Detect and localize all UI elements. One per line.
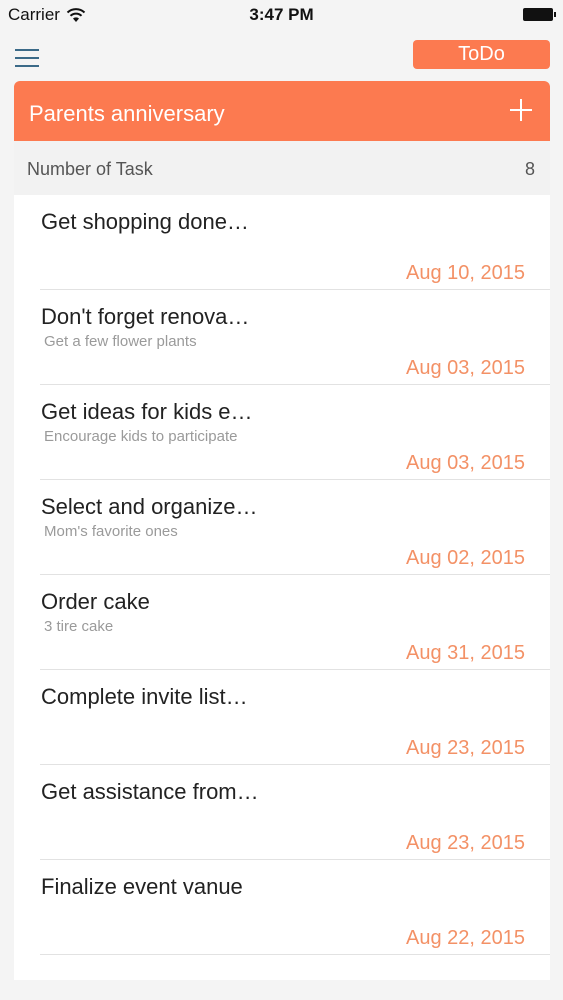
task-row[interactable]: Get assistance from… Aug 23, 2015 [40, 765, 550, 860]
task-note: 3 tire cake [44, 618, 114, 635]
status-time: 3:47 PM [249, 5, 314, 24]
task-row[interactable]: Order cake 3 tire cake Aug 31, 2015 [40, 575, 550, 670]
list-header: Parents anniversary [14, 81, 550, 141]
battery-icon [523, 8, 556, 21]
task-due-date: Aug 23, 2015 [406, 737, 525, 759]
task-count-label: Number of Task [27, 159, 153, 179]
task-due-date: Aug 10, 2015 [406, 262, 525, 284]
task-list: Get shopping done… Aug 10, 2015 Don't forg… [14, 195, 550, 980]
task-count-value: 8 [524, 159, 535, 179]
status-bar: Carrier 3:47 PM [0, 0, 563, 30]
task-title: Order cake [41, 589, 150, 614]
task-due-date: Aug 31, 2015 [406, 642, 525, 664]
task-row[interactable]: Get shopping done… Aug 10, 2015 [40, 195, 550, 290]
task-due-date: Aug 03, 2015 [406, 452, 525, 474]
task-row[interactable]: Complete invite list… Aug 23, 2015 [40, 670, 550, 765]
task-title: Select and organize… [41, 494, 258, 519]
task-row[interactable]: Select and organize… Mom's favorite ones A… [40, 480, 550, 575]
list-title: Parents anniversary [29, 101, 225, 126]
task-row[interactable]: Don't forget renova… Get a few flower pla… [40, 290, 550, 385]
task-title: Finalize event vanue [41, 874, 243, 899]
task-due-date: Aug 03, 2015 [406, 357, 525, 379]
task-row[interactable]: Finalize event vanue Aug 22, 2015 [40, 860, 550, 955]
task-note: Encourage kids to participate [44, 428, 238, 445]
task-note: Mom's favorite ones [44, 523, 178, 540]
task-title: Complete invite list… [41, 684, 248, 709]
hamburger-menu-icon[interactable] [15, 49, 39, 69]
task-title: Get shopping done… [41, 209, 249, 234]
task-note: Get a few flower plants [44, 333, 197, 350]
task-count-row: Number of Task 8 [14, 141, 550, 195]
task-title: Get ideas for kids e… [41, 399, 253, 424]
task-due-date: Aug 02, 2015 [406, 547, 525, 569]
todo-button[interactable]: ToDo [413, 40, 550, 69]
task-title: Don't forget renova… [41, 304, 250, 329]
task-title: Get assistance from… [41, 779, 259, 804]
task-row[interactable]: Get ideas for kids e… Encourage kids to p… [40, 385, 550, 480]
add-task-plus-icon[interactable] [506, 95, 536, 125]
task-due-date: Aug 22, 2015 [406, 927, 525, 949]
task-due-date: Aug 23, 2015 [406, 832, 525, 854]
